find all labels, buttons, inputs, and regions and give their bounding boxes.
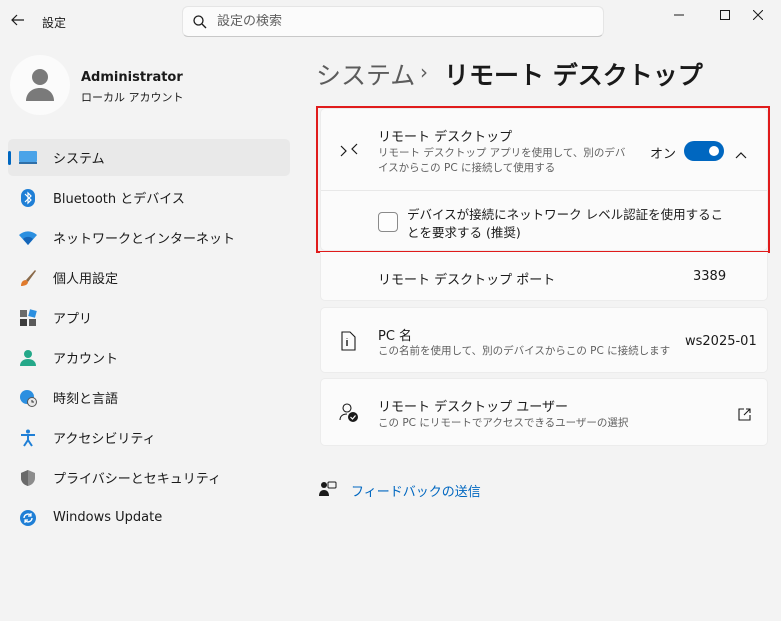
sidebar-item-personalization[interactable]: 個人用設定 <box>8 259 290 296</box>
pc-name-value: ws2025-01 <box>685 334 757 349</box>
feedback-link[interactable]: フィードバックの送信 <box>351 481 481 500</box>
maximize-icon <box>720 10 730 20</box>
sidebar-item-label: 個人用設定 <box>53 272 119 287</box>
sidebar-nav: システム Bluetooth とデバイス ネットワークとインターネット 個人用設… <box>8 139 290 539</box>
account-type: ローカル アカウント <box>81 91 184 104</box>
wifi-icon <box>18 228 38 248</box>
pc-name-title: PC 名 <box>378 329 413 344</box>
page-title: リモート デスクトップ <box>444 61 703 90</box>
users-title: リモート デスクトップ ユーザー <box>378 400 569 415</box>
sidebar-item-label: アカウント <box>53 352 119 367</box>
external-link-icon <box>738 406 751 425</box>
nla-checkbox[interactable] <box>378 212 398 232</box>
close-icon <box>753 10 763 20</box>
remote-desktop-toggle[interactable] <box>684 141 724 161</box>
sidebar-item-windows-update[interactable]: Windows Update <box>8 499 290 536</box>
update-icon <box>18 508 38 528</box>
sidebar-item-label: アプリ <box>53 312 93 327</box>
sidebar-item-system[interactable]: システム <box>8 139 290 176</box>
sidebar-item-apps[interactable]: アプリ <box>8 299 290 336</box>
nla-option: デバイスが接続にネットワーク レベル認証を使用することを要求する (推奨) <box>321 192 767 250</box>
breadcrumb-separator: › <box>420 60 428 84</box>
apps-icon <box>18 308 38 328</box>
back-button[interactable] <box>6 8 30 32</box>
pc-name-card[interactable]: PC 名 この名前を使用して、別のデバイスからこの PC に接続します ws20… <box>320 307 768 373</box>
remote-desktop-title: リモート デスクトップ <box>378 130 513 145</box>
user-name: Administrator <box>81 70 183 85</box>
user-settings-icon <box>339 403 359 427</box>
sidebar-item-accounts[interactable]: アカウント <box>8 339 290 376</box>
globe-clock-icon <box>18 388 38 408</box>
shield-icon <box>18 468 38 488</box>
brush-icon <box>18 268 38 288</box>
sidebar-item-label: 時刻と言語 <box>53 392 119 407</box>
feedback-icon <box>319 481 337 501</box>
sidebar-item-bluetooth[interactable]: Bluetooth とデバイス <box>8 179 290 216</box>
port-value: 3389 <box>693 269 727 284</box>
sidebar-item-network[interactable]: ネットワークとインターネット <box>8 219 290 256</box>
bluetooth-icon <box>18 188 38 208</box>
sidebar-item-privacy[interactable]: プライバシーとセキュリティ <box>8 459 290 496</box>
toggle-state-label: オン <box>650 147 677 162</box>
users-description: この PC にリモートでアクセスできるユーザーの選択 <box>378 417 629 429</box>
remote-desktop-header[interactable]: リモート デスクトップ リモート デスクトップ アプリを使用して、別のデバイスか… <box>321 109 767 191</box>
pc-info-icon <box>340 331 356 355</box>
breadcrumb-parent[interactable]: システム <box>316 56 415 92</box>
system-icon <box>18 148 38 168</box>
avatar[interactable] <box>10 55 70 115</box>
pc-name-description: この名前を使用して、別のデバイスからこの PC に接続します <box>378 345 671 357</box>
minimize-button[interactable] <box>656 0 702 30</box>
port-row: リモート デスクトップ ポート 3389 <box>320 252 768 301</box>
remote-desktop-icon <box>339 142 359 164</box>
chevron-up-icon[interactable] <box>735 144 747 163</box>
sidebar-item-label: Bluetooth とデバイス <box>53 192 185 207</box>
sidebar-item-time-language[interactable]: 時刻と言語 <box>8 379 290 416</box>
remote-desktop-description: リモート デスクトップ アプリを使用して、別のデバイスからこの PC に接続して… <box>378 147 626 174</box>
person-icon <box>18 348 38 368</box>
accessibility-icon <box>18 428 38 448</box>
sidebar-item-label: システム <box>53 152 105 167</box>
search-icon <box>193 14 207 28</box>
sidebar-item-label: アクセシビリティ <box>53 432 156 447</box>
app-title: 設定 <box>42 16 67 30</box>
port-label: リモート デスクトップ ポート <box>378 273 556 288</box>
back-arrow-icon <box>11 14 24 26</box>
search-box[interactable] <box>182 6 604 37</box>
minimize-icon <box>674 14 684 16</box>
remote-desktop-card: リモート デスクトップ リモート デスクトップ アプリを使用して、別のデバイスか… <box>320 108 768 251</box>
sidebar-item-accessibility[interactable]: アクセシビリティ <box>8 419 290 456</box>
close-button[interactable] <box>735 0 781 30</box>
sidebar-item-label: プライバシーとセキュリティ <box>53 472 221 487</box>
remote-desktop-users-card[interactable]: リモート デスクトップ ユーザー この PC にリモートでアクセスできるユーザー… <box>320 378 768 446</box>
sidebar-item-label: ネットワークとインターネット <box>53 232 236 247</box>
user-avatar-icon <box>26 69 54 101</box>
sidebar-item-label: Windows Update <box>53 510 163 525</box>
nla-label: デバイスが接続にネットワーク レベル認証を使用することを要求する (推奨) <box>407 207 724 240</box>
search-input[interactable] <box>217 14 577 29</box>
